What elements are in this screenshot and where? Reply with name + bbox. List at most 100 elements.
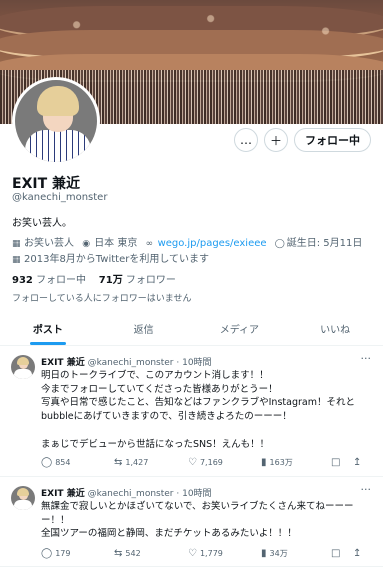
bell-plus-icon: ＋	[269, 133, 282, 148]
following-count-link[interactable]: 932 フォロー中	[12, 275, 86, 286]
notifications-button[interactable]: ＋	[264, 128, 288, 152]
avatar-hair	[17, 357, 29, 365]
profile-avatar[interactable]	[12, 77, 100, 165]
avatar-jersey	[25, 130, 91, 162]
balloon-icon: ◯	[274, 239, 285, 249]
category-text: お笑い芸人	[24, 238, 74, 249]
tab-likes[interactable]: いいね	[287, 311, 383, 345]
more-icon[interactable]: ···	[361, 483, 372, 496]
tweet-author-name[interactable]: EXIT 兼近	[41, 358, 85, 368]
tweet-line: 明日のトークライブで、このアカウント消します！！	[41, 370, 269, 381]
website-link[interactable]: wego.jp/pages/exieee	[158, 238, 267, 249]
retweet-count: 542	[125, 549, 141, 558]
reply-button[interactable]: ◯ 179	[41, 548, 114, 559]
tweet-line: bubbleにあげていきますので、引き続きよろたのーーー！	[41, 411, 292, 423]
retweet-count: 1,427	[125, 458, 149, 467]
tweet-timestamp[interactable]: · 10時間	[176, 358, 211, 368]
retweet-button[interactable]: ⇆ 1,427	[114, 457, 188, 468]
bookmark-icon: □	[331, 457, 341, 468]
share-button[interactable]: ↥	[353, 548, 361, 559]
view-count: 163万	[269, 458, 293, 467]
tweet-avatar[interactable]	[11, 355, 35, 379]
tweet-line: 無課金で寂しいとかほざいてないで、お笑いライブたくさん来てねーーー	[41, 501, 354, 512]
joined-text: 2013年8月からTwitterを利用しています	[24, 254, 210, 265]
tab-media[interactable]: メディア	[192, 311, 288, 345]
profile-website[interactable]: ∞ wego.jp/pages/exieee	[146, 238, 270, 249]
like-button[interactable]: ♡ 1,779	[188, 548, 261, 559]
reply-icon: ◯	[41, 457, 53, 468]
profile-handle: @kanechi_monster	[12, 192, 108, 203]
tweet-author-handle[interactable]: @kanechi_monster	[88, 489, 174, 499]
tweet-line: まぁじでデビューから世話になったSNS！えんも！！	[41, 438, 270, 450]
avatar-jersey	[14, 369, 32, 379]
bookmark-icon: □	[331, 548, 341, 559]
tweet-author-handle[interactable]: @kanechi_monster	[88, 358, 174, 368]
tweet-text: 明日のトークライブで、このアカウント消します！！ 今までフォローしていてくださっ…	[41, 369, 371, 451]
profile-birthday: ◯ 誕生日: 5月11日	[275, 238, 363, 249]
following-button[interactable]: フォロー中	[294, 128, 371, 152]
tweet-author-name[interactable]: EXIT 兼近	[41, 489, 85, 499]
tweet-line-blank	[41, 424, 371, 438]
profile-joined: ▦ 2013年8月からTwitterを利用しています	[12, 254, 209, 265]
link-icon: ∞	[145, 239, 154, 249]
views-button[interactable]: ▮ 163万	[261, 457, 331, 468]
reply-count: 854	[55, 458, 71, 467]
tweet-avatar[interactable]	[11, 486, 35, 510]
followers-label: フォロワー	[125, 275, 176, 286]
bookmark-button[interactable]: □	[331, 457, 353, 468]
more-icon[interactable]: ···	[361, 352, 372, 365]
follow-counts: 932 フォロー中 71万 フォロワー	[12, 271, 176, 286]
profile-actions: … ＋ フォロー中	[234, 128, 371, 152]
profile-bio: お笑い芸人。	[12, 218, 72, 229]
profile-meta: ▦ お笑い芸人 ◉ 日本 東京 ∞ wego.jp/pages/exieee ◯ 誕生日…	[12, 236, 372, 268]
avatar-hair	[37, 86, 79, 116]
more-options-button[interactable]: …	[234, 128, 258, 152]
like-count: 1,779	[199, 549, 223, 558]
location-text: 日本 東京	[94, 238, 138, 249]
briefcase-icon: ▦	[12, 239, 21, 249]
retweet-icon: ⇆	[114, 548, 123, 559]
view-count: 34万	[269, 549, 288, 558]
tab-label: メディア	[219, 324, 260, 336]
profile-category: ▦ お笑い芸人	[12, 238, 77, 249]
bar-chart-icon: ▮	[261, 457, 267, 468]
following-label: フォロー中	[36, 275, 87, 286]
reply-count: 179	[55, 549, 71, 558]
followers-count-link[interactable]: 71万 フォロワー	[99, 275, 176, 286]
tweet-actions: ◯ 179 ⇆ 542 ♡ 1,779 ▮ 34万 □ ↥	[41, 548, 371, 559]
tweet-actions: ◯ 854 ⇆ 1,427 ♡ 7,169 ▮ 163万 □ ↥	[41, 457, 371, 468]
share-icon: ↥	[353, 548, 362, 559]
retweet-icon: ⇆	[114, 457, 123, 468]
tab-replies[interactable]: 返信	[96, 311, 192, 345]
tweet-timestamp[interactable]: · 10時間	[176, 489, 211, 499]
bookmark-button[interactable]: □	[331, 548, 353, 559]
followers-count: 71万	[98, 275, 123, 286]
retweet-button[interactable]: ⇆ 542	[114, 548, 188, 559]
like-button[interactable]: ♡ 7,169	[188, 457, 261, 468]
avatar-hair	[17, 488, 29, 496]
followers-you-know-note: フォローしている人にフォロワーはいません	[12, 294, 192, 304]
tweet-line: 全国ツアーの福岡と静岡、まだチケットあるみたいよ！！！	[41, 528, 297, 540]
heart-icon: ♡	[188, 457, 197, 468]
location-pin-icon: ◉	[82, 239, 91, 249]
tweet-line: ー！！	[41, 514, 70, 526]
reply-icon: ◯	[41, 548, 53, 559]
following-count: 932	[12, 275, 33, 286]
tab-label: 返信	[133, 324, 154, 336]
profile-display-name: EXIT 兼近	[12, 176, 80, 192]
views-button[interactable]: ▮ 34万	[261, 548, 331, 559]
tweet-text: 無課金で寂しいとかほざいてないで、お笑いライブたくさん来てねーーー ー！！ 全国…	[41, 500, 371, 541]
reply-button[interactable]: ◯ 854	[41, 457, 114, 468]
tweet-line: 写真や日常で感じたこと、告知などはファンクラブやInstagram！それと	[41, 397, 355, 409]
tweet-header: EXIT 兼近 @kanechi_monster · 10時間	[41, 486, 212, 499]
bar-chart-icon: ▮	[261, 548, 267, 559]
tab-posts[interactable]: ポスト	[0, 311, 96, 345]
share-button[interactable]: ↥	[353, 457, 361, 468]
tweet-line: 今までフォローしていてくださった皆様ありがとうー！	[41, 383, 278, 395]
profile-tabs: ポスト 返信 メディア いいね	[0, 311, 383, 346]
share-icon: ↥	[353, 457, 362, 468]
tweet[interactable]: EXIT 兼近 @kanechi_monster · 10時間 ··· 無課金で…	[0, 478, 383, 567]
profile-location: ◉ 日本 東京	[82, 238, 140, 249]
tweet[interactable]: EXIT 兼近 @kanechi_monster · 10時間 ··· 明日のト…	[0, 347, 383, 477]
tweet-header: EXIT 兼近 @kanechi_monster · 10時間	[41, 355, 212, 368]
